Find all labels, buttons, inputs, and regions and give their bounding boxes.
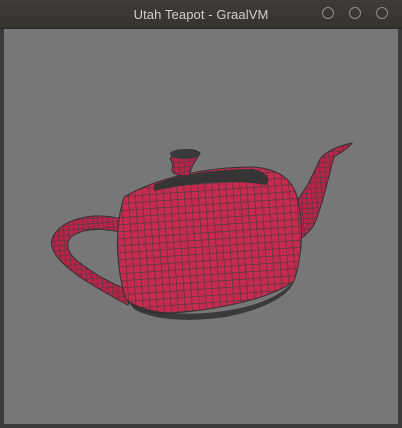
teapot-body (116, 166, 302, 314)
minimize-button[interactable] (322, 7, 334, 19)
app-window: Utah Teapot - GraalVM (0, 0, 402, 428)
title-bar[interactable]: Utah Teapot - GraalVM (0, 0, 402, 29)
teapot-knob-top (170, 149, 200, 159)
render-viewport[interactable] (4, 29, 398, 424)
maximize-button[interactable] (349, 7, 361, 19)
window-controls (322, 7, 388, 21)
teapot-canvas (50, 142, 354, 320)
close-button[interactable] (376, 7, 388, 19)
